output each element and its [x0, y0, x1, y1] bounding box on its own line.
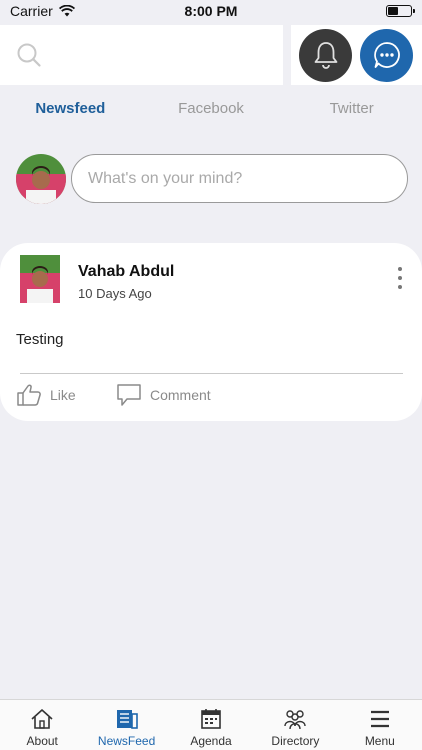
post-card: Vahab Abdul 10 Days Ago Testing Like Com… — [0, 243, 422, 421]
battery-level — [388, 7, 398, 15]
nav-about[interactable]: About — [0, 700, 84, 750]
header-actions — [291, 25, 422, 85]
status-bar: Carrier 8:00 PM — [0, 0, 422, 22]
tab-newsfeed[interactable]: Newsfeed — [0, 92, 141, 126]
nav-menu[interactable]: Menu — [338, 700, 422, 750]
comment-label: Comment — [150, 387, 211, 403]
like-button[interactable]: Like — [16, 383, 76, 407]
status-left: Carrier — [10, 3, 75, 19]
house-icon — [28, 706, 56, 732]
comment-button[interactable]: Comment — [116, 383, 211, 407]
more-options-icon[interactable] — [390, 265, 410, 291]
thumbs-up-icon — [17, 384, 41, 406]
post-body: Testing — [16, 331, 64, 348]
avatar-image — [16, 154, 66, 204]
nav-directory[interactable]: Directory — [253, 700, 337, 750]
hamburger-icon — [366, 706, 394, 732]
nav-newsfeed-label: NewsFeed — [97, 734, 156, 748]
tab-facebook[interactable]: Facebook — [141, 92, 282, 126]
avatar-image — [20, 255, 60, 303]
bell-icon — [314, 42, 337, 69]
dot — [398, 285, 402, 289]
composer-placeholder: What's on your mind? — [88, 169, 243, 187]
comment-icon — [117, 384, 141, 406]
search-input[interactable] — [0, 25, 283, 85]
carrier-label: Carrier — [10, 3, 53, 19]
nav-directory-label: Directory — [271, 734, 320, 748]
calendar-icon — [197, 706, 225, 732]
nav-agenda-label: Agenda — [190, 734, 232, 748]
search-icon — [17, 43, 41, 67]
tab-twitter[interactable]: Twitter — [281, 92, 422, 126]
dot — [398, 267, 402, 271]
newspaper-icon — [113, 706, 141, 732]
nav-newsfeed[interactable]: NewsFeed — [84, 700, 168, 750]
composer-avatar[interactable] — [16, 154, 66, 204]
post-composer-input[interactable]: What's on your mind? — [71, 154, 408, 203]
messages-button[interactable] — [360, 28, 413, 82]
post-author-avatar[interactable] — [20, 255, 60, 303]
nav-agenda[interactable]: Agenda — [169, 700, 253, 750]
bottom-navigation: About NewsFeed Agenda Directory Menu — [0, 699, 422, 750]
people-icon — [281, 706, 309, 732]
dot — [398, 276, 402, 280]
notifications-button[interactable] — [299, 28, 352, 82]
wifi-icon — [58, 5, 75, 17]
like-label: Like — [50, 387, 76, 403]
feed-tabs: Newsfeed Facebook Twitter — [0, 92, 422, 126]
chat-bubble-icon — [373, 42, 400, 68]
nav-about-label: About — [26, 734, 58, 748]
battery-icon — [386, 5, 415, 17]
post-divider — [20, 373, 403, 374]
post-author-name[interactable]: Vahab Abdul — [78, 263, 174, 281]
post-timestamp: 10 Days Ago — [78, 286, 152, 301]
nav-menu-label: Menu — [364, 734, 395, 748]
